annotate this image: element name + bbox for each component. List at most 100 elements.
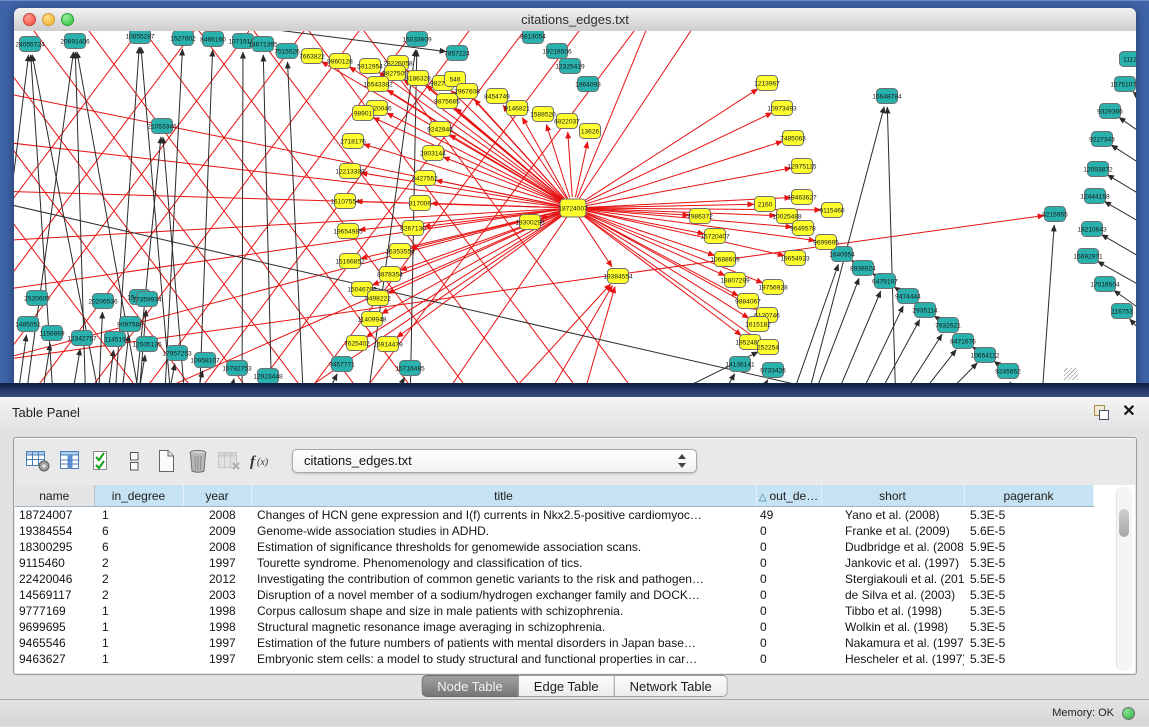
graph-node[interactable]: 9860128 — [327, 54, 353, 69]
graph-edge[interactable] — [583, 141, 782, 204]
graph-node[interactable]: 9227343 — [1089, 132, 1115, 147]
graph-node[interactable]: 10958107 — [190, 353, 220, 368]
graph-edge[interactable] — [808, 278, 859, 385]
graph-node[interactable]: 20206536 — [88, 294, 118, 309]
graph-node[interactable]: 8267130 — [400, 221, 426, 236]
graph-node[interactable]: 1213967 — [754, 76, 780, 91]
graph-edge[interactable] — [166, 364, 175, 385]
graph-node[interactable]: 12975115 — [788, 159, 817, 174]
graph-node[interactable]: 16033809 — [402, 32, 432, 47]
graph-node[interactable]: 10654112 — [971, 348, 1000, 363]
graph-node[interactable]: 20691406 — [60, 34, 90, 49]
column-header-short[interactable]: short — [821, 485, 964, 507]
graph-node[interactable]: 19654923 — [780, 251, 810, 266]
column-header-year[interactable]: year — [183, 485, 251, 507]
graph-node[interactable]: 8427552 — [412, 171, 438, 186]
graph-node[interactable]: 16107554 — [330, 194, 360, 209]
table-row[interactable]: 1456911722003Disruption of a novel membe… — [15, 587, 1093, 603]
table-row[interactable]: 977716911998Corpus callosum shape and si… — [15, 603, 1093, 619]
graph-edge[interactable] — [455, 108, 564, 201]
table-scrollbar[interactable] — [1116, 487, 1132, 671]
show-columns-button[interactable] — [54, 445, 86, 477]
graph-node[interactable]: 8466160 — [200, 32, 226, 47]
graph-edge[interactable] — [539, 285, 612, 385]
table-row[interactable]: 946362711997Embryonic stem cells: a mode… — [15, 651, 1093, 667]
table-row[interactable]: 946554611997Estimation of the future num… — [15, 635, 1093, 651]
graph-node[interactable]: 2520605 — [24, 291, 50, 306]
column-header-title[interactable]: title — [251, 485, 756, 507]
graph-node[interactable]: 114519 — [104, 332, 126, 347]
row-height-button[interactable] — [118, 445, 150, 477]
graph-node[interactable]: 98901 — [353, 106, 374, 121]
graph-edge[interactable] — [1102, 235, 1136, 271]
graph-node[interactable]: 6822037 — [554, 114, 580, 129]
graph-node[interactable]: 12342757 — [67, 331, 97, 346]
graph-node[interactable]: 9115460 — [819, 203, 845, 218]
graph-edge[interactable] — [1130, 319, 1136, 355]
graph-node[interactable]: 1615182 — [745, 317, 771, 332]
graph-node[interactable]: 13626 — [580, 124, 601, 139]
graph-node[interactable]: 19756928 — [758, 280, 788, 295]
graph-node[interactable]: 2935114 — [912, 303, 938, 318]
graph-node[interactable]: 7663822 — [299, 49, 325, 64]
graph-node[interactable]: 9733426 — [760, 363, 786, 378]
graph-edge[interactable] — [70, 349, 80, 385]
graph-node[interactable]: 9884067 — [735, 294, 761, 309]
graph-node[interactable]: 10688609 — [710, 252, 740, 267]
graph-edge[interactable] — [1111, 145, 1136, 179]
float-panel-icon[interactable] — [1093, 405, 1109, 421]
graph-node[interactable]: 15751074 — [1110, 77, 1136, 92]
graph-edge[interactable] — [830, 291, 881, 385]
graph-node[interactable]: 9875685 — [434, 94, 460, 109]
graph-node[interactable]: 8471676 — [950, 334, 976, 349]
column-header-name[interactable]: name — [15, 485, 94, 507]
graph-node[interactable]: 1485051 — [15, 317, 41, 332]
network-canvas[interactable]: 2405572420691406106552871527602846616010… — [14, 31, 1136, 385]
graph-node[interactable]: 8878354 — [377, 267, 403, 282]
graph-node[interactable]: 15692971 — [1073, 249, 1103, 264]
graph-edge[interactable] — [1041, 225, 1054, 385]
graph-node[interactable]: 17957253 — [162, 346, 192, 361]
graph-node[interactable]: 116753 — [1111, 304, 1133, 319]
window-zoom-button[interactable] — [61, 13, 74, 26]
graph-edge[interactable] — [263, 55, 272, 385]
table-row[interactable]: 2242004622012Investigating the contribut… — [15, 571, 1093, 587]
graph-edge[interactable] — [16, 335, 26, 385]
function-builder-button[interactable]: f (x) — [246, 445, 278, 477]
graph-edge[interactable] — [40, 344, 50, 385]
graph-node[interactable]: 317006 — [409, 196, 431, 211]
graph-node[interactable]: 24055724 — [15, 37, 45, 52]
graph-edge[interactable] — [582, 89, 758, 202]
graph-node[interactable]: 19463627 — [787, 190, 817, 205]
graph-edge[interactable] — [579, 31, 704, 199]
tab-edge-table[interactable]: Edge Table — [519, 675, 615, 697]
graph-edge[interactable] — [787, 264, 838, 385]
graph-node[interactable]: 7986372 — [687, 209, 713, 224]
graph-node[interactable]: 12093872 — [1083, 162, 1113, 177]
column-header-pagerank[interactable]: pagerank — [964, 485, 1093, 507]
graph-node[interactable]: 1156869 — [39, 326, 65, 341]
tab-node-table[interactable]: Node Table — [421, 675, 519, 697]
table-row[interactable]: 1830029562008Estimation of significance … — [15, 539, 1093, 555]
graph-node[interactable]: 19218506 — [542, 44, 572, 59]
graph-node[interactable]: 2718176 — [340, 134, 366, 149]
graph-edge[interactable] — [853, 306, 903, 385]
graph-node[interactable]: 10655287 — [125, 31, 155, 44]
graph-edge[interactable] — [894, 287, 899, 290]
graph-node[interactable]: 16543382 — [363, 77, 393, 92]
graph-edge[interactable] — [1107, 175, 1136, 209]
table-settings-button[interactable] — [22, 445, 54, 477]
graph-node[interactable]: 2967608 — [454, 84, 480, 99]
graph-node[interactable]: 9498222 — [365, 291, 391, 306]
table-row[interactable]: 1872400712008Changes of HCN gene express… — [15, 507, 1093, 524]
graph-node[interactable]: 16782753 — [222, 361, 252, 376]
graph-node[interactable]: 2803144 — [420, 146, 446, 161]
graph-node[interactable]: 12923448 — [253, 369, 283, 384]
graph-node[interactable]: 8186328 — [405, 71, 431, 86]
graph-edge[interactable] — [568, 132, 572, 197]
graph-edge[interactable] — [141, 47, 172, 385]
graph-node[interactable]: 9329366 — [1097, 104, 1123, 119]
graph-node[interactable]: 9457771 — [329, 357, 355, 372]
graph-node[interactable]: 9242848 — [427, 122, 453, 137]
graph-edge[interactable] — [199, 50, 213, 385]
